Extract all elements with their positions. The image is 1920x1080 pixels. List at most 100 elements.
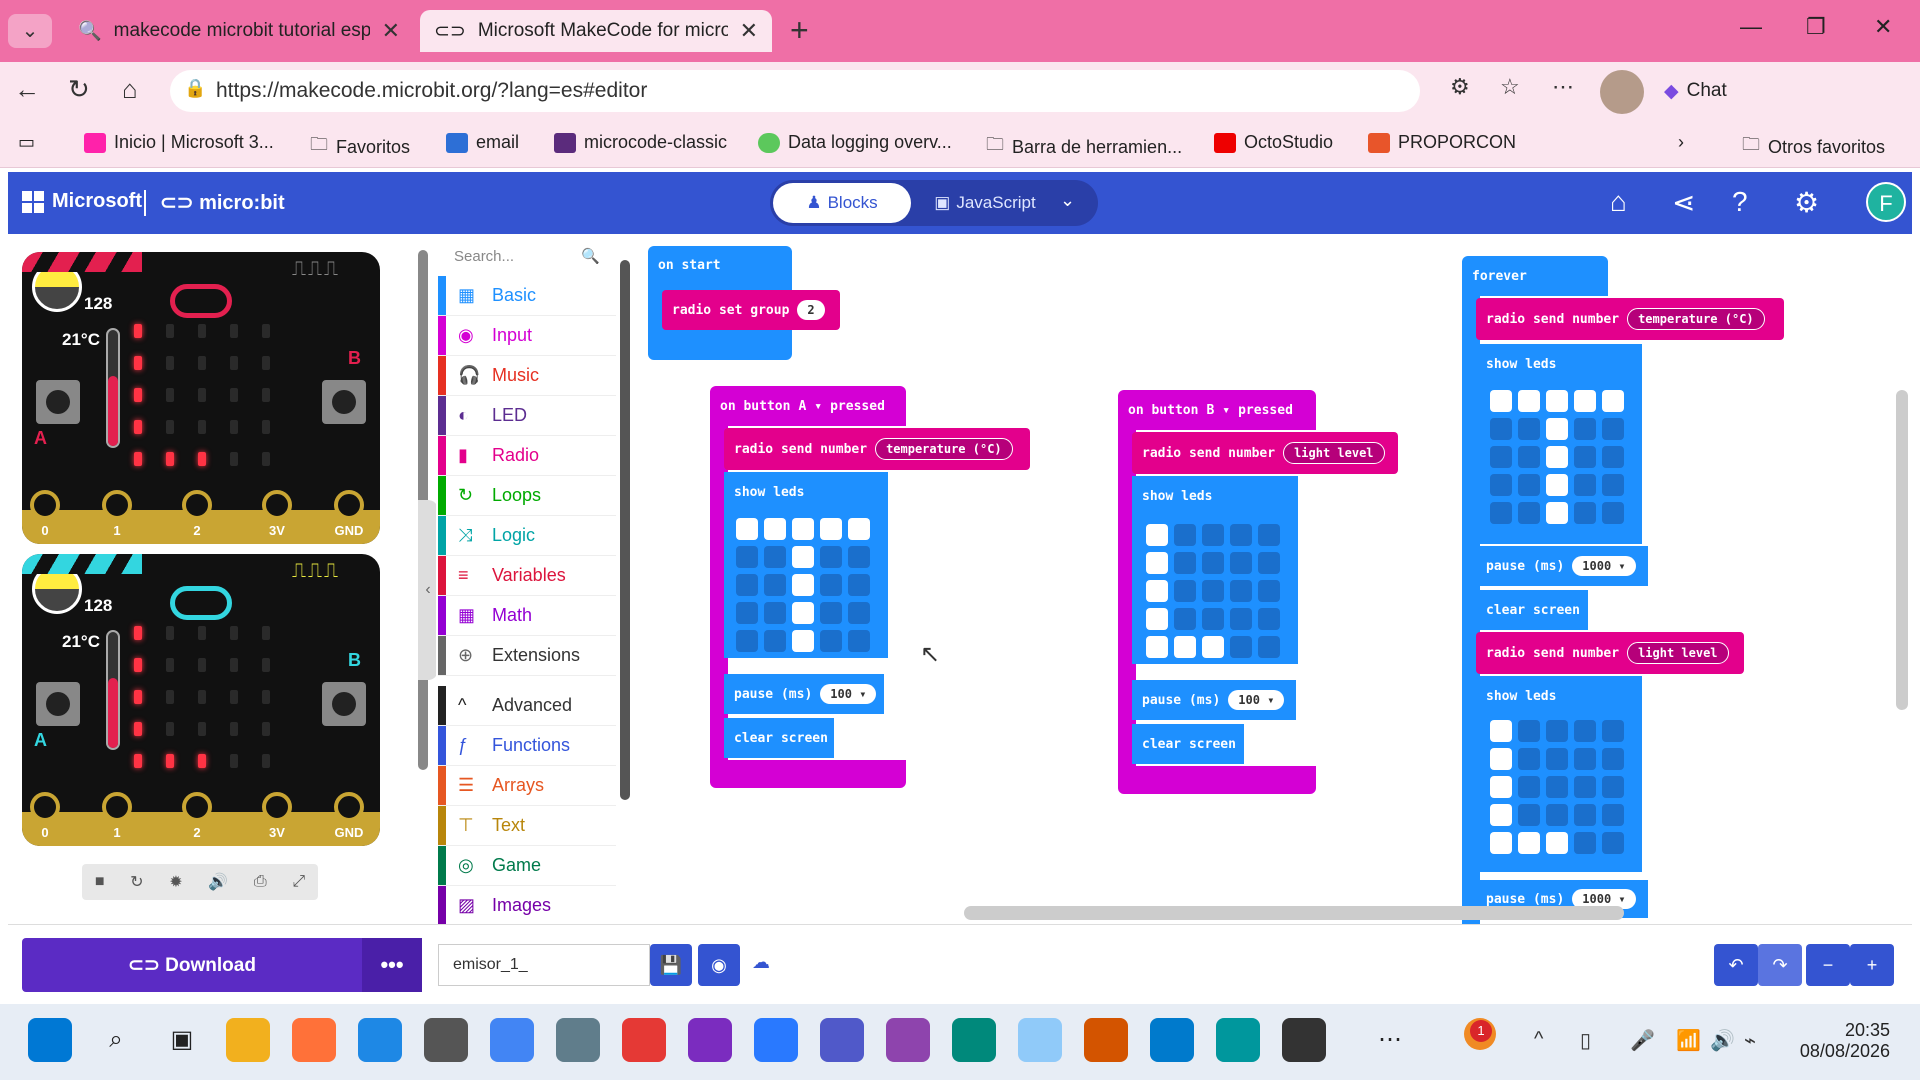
led-cell[interactable] [848, 574, 870, 596]
led-cell[interactable] [764, 602, 786, 624]
led-cell[interactable] [1546, 748, 1568, 770]
new-tab-button[interactable]: + [790, 12, 809, 49]
led-cell[interactable] [1574, 474, 1596, 496]
led-cell[interactable] [1546, 776, 1568, 798]
led-cell[interactable] [736, 574, 758, 596]
share-icon[interactable]: ⋖ [1672, 186, 1695, 219]
download-main[interactable]: ⊂⊃ Download [22, 954, 362, 977]
pause-block[interactable]: pause (ms) 1000 ▾ [1476, 546, 1648, 586]
category-text[interactable]: ⊤ Text [438, 806, 616, 846]
led-cell[interactable] [848, 602, 870, 624]
led-cell[interactable] [1490, 720, 1512, 742]
bookmark-item[interactable]: email [446, 132, 519, 153]
pin-3v[interactable] [262, 490, 292, 520]
led-cell[interactable] [1174, 580, 1196, 602]
led-cell[interactable] [764, 574, 786, 596]
user-avatar[interactable]: F [1866, 182, 1906, 222]
led-cell[interactable] [1518, 446, 1540, 468]
undo-icon[interactable]: ↶ [1714, 944, 1758, 986]
close-tab-icon[interactable]: ✕ [740, 18, 758, 44]
led-cell[interactable] [1546, 502, 1568, 524]
debug-icon[interactable]: ✹ [169, 872, 182, 892]
led-cell[interactable] [1518, 776, 1540, 798]
led-cell[interactable] [1174, 524, 1196, 546]
gimp-icon[interactable] [424, 1018, 468, 1062]
led-cell[interactable] [1490, 446, 1512, 468]
button-b[interactable] [322, 380, 366, 424]
led-cell[interactable] [1546, 474, 1568, 496]
workspace-vertical-scrollbar[interactable] [1896, 390, 1908, 710]
category-extensions[interactable]: ⊕ Extensions [438, 636, 616, 676]
makecode-app-icon[interactable] [886, 1018, 930, 1062]
redo-icon[interactable]: ↷ [1758, 944, 1802, 986]
led-cell[interactable] [792, 546, 814, 568]
category-music[interactable]: 🎧 Music [438, 356, 616, 396]
led-cell[interactable] [1258, 580, 1280, 602]
forever-block[interactable]: forever [1462, 256, 1608, 296]
bookmark-item[interactable]: Data logging overv... [758, 132, 952, 153]
temperature-slider[interactable] [106, 328, 120, 448]
led-cell[interactable] [1518, 832, 1540, 854]
bookmark-folder[interactable]: 🗀 Favoritos [310, 132, 410, 162]
start-icon[interactable] [28, 1018, 72, 1062]
led-cell[interactable] [1602, 418, 1624, 440]
category-led[interactable]: ◐ LED [438, 396, 616, 436]
microbit-board-2[interactable]: 128 21°C ⎍⎍⎍ B A 0 1 2 3V GND [22, 554, 380, 846]
project-name-input[interactable]: emisor_1_ [438, 944, 650, 986]
tab-search[interactable]: 🔍 makecode microbit tutorial españo ✕ [64, 10, 414, 52]
led-cell[interactable] [1174, 552, 1196, 574]
tab-makecode[interactable]: ⊂⊃ Microsoft MakeCode for micro ✕ [420, 10, 772, 52]
temperature-slider[interactable] [106, 630, 120, 750]
led-cell[interactable] [1146, 636, 1168, 658]
led-cell[interactable] [1490, 832, 1512, 854]
on-button-b-block[interactable]: on button B ▾ pressed [1118, 390, 1316, 430]
clock[interactable]: 20:35 08/08/2026 [1790, 1020, 1890, 1062]
led-cell[interactable] [792, 630, 814, 652]
led-cell[interactable] [820, 574, 842, 596]
led-cell[interactable] [1546, 720, 1568, 742]
led-cell[interactable] [1574, 748, 1596, 770]
cloud-icon[interactable]: ☁ [752, 952, 770, 973]
light-level-reporter[interactable]: light level [1627, 642, 1729, 664]
led-cell[interactable] [1574, 832, 1596, 854]
led-cell[interactable] [1202, 608, 1224, 630]
bookmark-folder[interactable]: 🗀 Otros favoritos [1742, 132, 1885, 162]
led-cell[interactable] [820, 546, 842, 568]
led-cell[interactable] [792, 602, 814, 624]
led-cell[interactable] [1602, 776, 1624, 798]
pin-1[interactable] [102, 490, 132, 520]
led-cell[interactable] [1602, 446, 1624, 468]
button-dropdown[interactable]: A [798, 399, 806, 414]
led-cell[interactable] [1602, 804, 1624, 826]
led-cell[interactable] [1574, 390, 1596, 412]
show-leds-block[interactable]: show leds [1132, 476, 1298, 516]
toolbox-search-input[interactable]: Search... 🔍 [442, 238, 610, 274]
led-cell[interactable] [1490, 418, 1512, 440]
led-cell[interactable] [1258, 552, 1280, 574]
home-icon[interactable]: ⌂ [1610, 186, 1627, 218]
close-tab-icon[interactable]: ✕ [382, 18, 400, 44]
clear-screen-block[interactable]: clear screen [724, 718, 834, 758]
show-leds-block[interactable]: show leds [1476, 344, 1642, 384]
power-icon[interactable]: ⌁ [1744, 1028, 1756, 1053]
led-cell[interactable] [1230, 524, 1252, 546]
fullscreen-icon[interactable]: ⤢ [292, 873, 305, 891]
led-cell[interactable] [1602, 720, 1624, 742]
pin-2[interactable] [182, 490, 212, 520]
led-cell[interactable] [792, 574, 814, 596]
bookmark-folder[interactable]: 🗀 Barra de herramien... [986, 132, 1182, 162]
led-cell[interactable] [820, 602, 842, 624]
pin-0[interactable] [30, 792, 60, 822]
arrow-app-icon[interactable] [754, 1018, 798, 1062]
radio-set-group-block[interactable]: radio set group 2 [662, 290, 840, 330]
reload-icon[interactable]: ↻ [68, 74, 90, 105]
led-editor-grid[interactable] [1490, 720, 1624, 854]
led-cell[interactable] [1602, 502, 1624, 524]
pin-gnd[interactable] [334, 792, 364, 822]
pause-dropdown[interactable]: 100 ▾ [1228, 690, 1285, 710]
audition-icon[interactable] [688, 1018, 732, 1062]
mic-icon[interactable]: 🎤 [1630, 1028, 1655, 1053]
settings-gear-icon[interactable]: ⚙ [1794, 186, 1819, 219]
temperature-reporter[interactable]: temperature (°C) [875, 438, 1013, 460]
led-editor-grid[interactable] [1146, 524, 1280, 658]
